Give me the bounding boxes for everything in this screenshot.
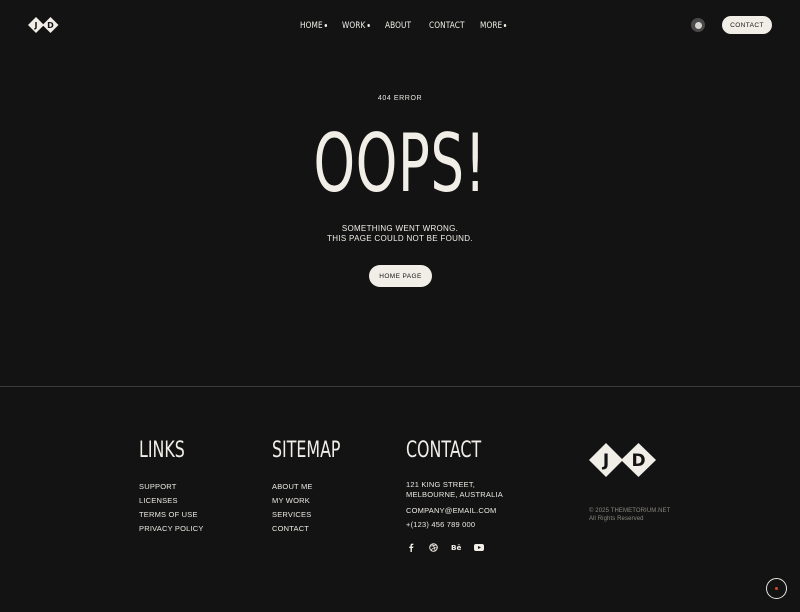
footer-link-my-work[interactable]: MY WORK (272, 494, 367, 508)
dropdown-dot-icon (367, 24, 370, 27)
scroll-to-top-button[interactable] (766, 578, 787, 599)
footer-link-privacy[interactable]: PRIVACY POLICY (139, 522, 204, 536)
header-logo[interactable]: J D (28, 14, 59, 36)
theme-toggle-button[interactable] (691, 18, 705, 32)
footer-link-contact[interactable]: CONTACT (272, 522, 367, 536)
footer-link-terms[interactable]: TERMS OF USE (139, 508, 204, 522)
scroll-dot-icon (775, 587, 778, 590)
youtube-icon[interactable] (473, 542, 484, 552)
footer-link-services[interactable]: SERVICES (272, 508, 367, 522)
footer-link-licenses[interactable]: LICENSES (139, 494, 204, 508)
dropdown-dot-icon (503, 24, 507, 27)
copyright-line2: All Rights Reserved (589, 516, 644, 522)
error-message-line2: THIS PAGE COULD NOT BE FOUND. (327, 234, 473, 243)
footer-sitemap-heading: SITEMAP (272, 438, 341, 463)
footer-divider (0, 386, 800, 387)
logo-mark-icon: J D (28, 17, 59, 33)
footer-logo: J D (589, 437, 657, 488)
behance-icon[interactable]: Bē (451, 542, 461, 552)
footer-link-support[interactable]: SUPPORT (139, 480, 204, 494)
logo-mark-icon: J D (589, 443, 656, 477)
copyright: © 2025 THEMETORIUM.NET All Rights Reserv… (589, 507, 670, 523)
nav-item-contact[interactable]: CONTACT (429, 19, 465, 33)
footer-links-list: SUPPORT LICENSES TERMS OF USE PRIVACY PO… (139, 480, 204, 536)
footer-contact-heading: CONTACT (406, 438, 482, 463)
footer-logo-letter-left: J (602, 451, 609, 471)
nav-item-about[interactable]: ABOUT (385, 19, 411, 33)
dribbble-icon[interactable] (429, 542, 439, 552)
address-line2: MELBOURNE, AUSTRALIA (406, 490, 503, 499)
nav-label-more: MORE (480, 21, 503, 31)
copyright-line1: © 2025 THEMETORIUM.NET (589, 508, 671, 514)
error-code-label: 404 ERROR (377, 95, 423, 102)
home-page-button[interactable]: HOME PAGE (369, 265, 432, 287)
footer-logo-letter-right: D (631, 451, 645, 471)
address-line1: 121 KING STREET, (406, 480, 476, 489)
footer-sitemap-column: SITEMAP ABOUT ME MY WORK SERVICES CONTAC… (272, 436, 367, 536)
footer-link-about-me[interactable]: ABOUT ME (272, 480, 367, 494)
theme-toggle-icon (694, 21, 702, 29)
social-links: Bē (406, 542, 496, 552)
logo-letter-right: D (47, 21, 54, 30)
error-message-line1: SOMETHING WENT WRONG. (341, 224, 459, 233)
page-title: OOPS! (313, 117, 487, 210)
footer-sitemap-list: ABOUT ME MY WORK SERVICES CONTACT (272, 480, 367, 536)
contact-phone-link[interactable]: +(123) 456 789 000 (406, 518, 510, 532)
nav-item-more[interactable]: MORE (480, 19, 507, 33)
footer-contact-details: 121 KING STREET, MELBOURNE, AUSTRALIA CO… (406, 480, 510, 532)
page: J D HOME WORK ABOUT CONTACT MORE CONTACT… (0, 0, 800, 612)
footer-links-heading: LINKS (139, 438, 185, 463)
footer-links-column: LINKS SUPPORT LICENSES TERMS OF USE PRIV… (139, 436, 204, 536)
contact-email-link[interactable]: COMPANY@EMAIL.COM (406, 504, 510, 518)
facebook-icon[interactable] (406, 542, 416, 552)
logo-letter-left: J (34, 21, 38, 30)
nav-label-contact: CONTACT (429, 21, 465, 31)
footer-contact-column: CONTACT 121 KING STREET, MELBOURNE, AUST… (406, 436, 510, 532)
header-contact-button[interactable]: CONTACT (722, 16, 772, 34)
nav-item-work[interactable]: WORK (342, 19, 370, 33)
nav-label-home: HOME (300, 21, 323, 31)
dropdown-dot-icon (324, 24, 327, 27)
nav-label-about: ABOUT (385, 21, 412, 31)
nav-item-home[interactable]: HOME (300, 19, 327, 33)
nav-label-work: WORK (342, 21, 366, 31)
svg-text:Bē: Bē (451, 543, 461, 551)
